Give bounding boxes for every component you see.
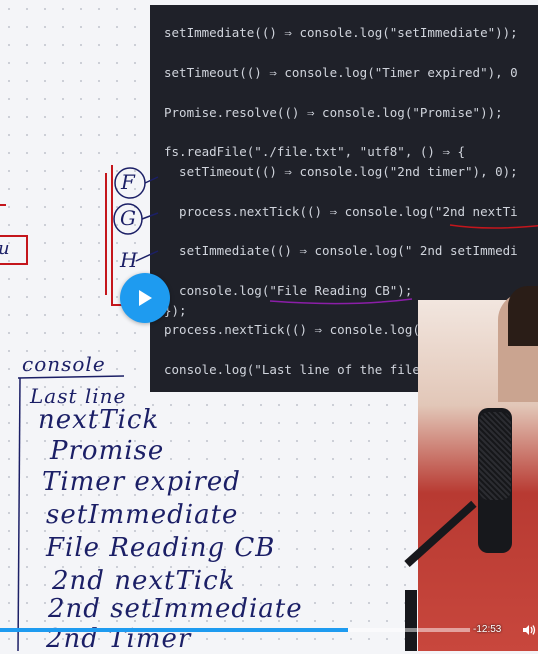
progress-bar[interactable]: [0, 628, 470, 632]
marker-g: G: [120, 206, 137, 230]
output-line-8: 2nd setImmediate: [48, 594, 303, 624]
red-mark: [0, 204, 6, 206]
marker-f: F: [121, 170, 136, 194]
output-line-7: 2nd nextTick: [52, 566, 236, 596]
boxed-letter: u: [0, 235, 28, 265]
output-line-2: nextTick: [38, 405, 160, 435]
boxed-letter-text: u: [0, 238, 10, 259]
output-line-5: setImmediate: [46, 500, 239, 530]
microphone-grille: [479, 412, 511, 500]
play-button[interactable]: [120, 273, 170, 323]
output-line-3: Promise: [50, 436, 165, 466]
volume-button[interactable]: [522, 624, 536, 636]
play-icon: [139, 290, 152, 306]
mic-pole: [405, 590, 417, 651]
volume-icon: [523, 625, 536, 635]
output-line-6: File Reading CB: [46, 533, 276, 563]
presenter-hair: [508, 286, 538, 346]
progress-fill: [0, 628, 348, 632]
output-line-4: Timer expired: [42, 467, 241, 497]
time-remaining: -12:53: [473, 624, 502, 635]
marker-h: H: [120, 248, 139, 272]
